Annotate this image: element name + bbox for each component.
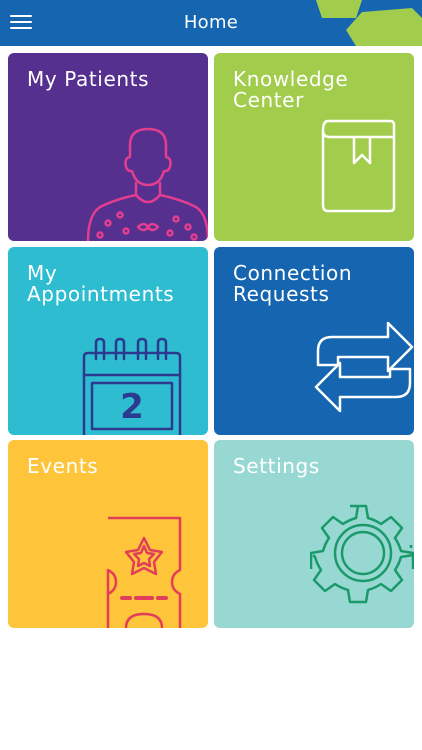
ticket-icon	[106, 516, 182, 628]
top-app-bar: Home	[0, 0, 422, 46]
tile-label: Events	[27, 454, 99, 478]
patient-icon	[86, 127, 208, 241]
tile-events[interactable]: Events	[8, 440, 208, 628]
calendar-day-number: 2	[120, 387, 144, 427]
tile-my-patients[interactable]: My Patients	[8, 53, 208, 241]
tile-label: My Appointments	[27, 261, 175, 306]
tile-label: My Patients	[27, 67, 150, 91]
tile-label: Settings	[233, 454, 320, 478]
hexagon-decoration-icon	[316, 0, 422, 46]
arrows-exchange-icon	[314, 321, 414, 413]
tile-settings[interactable]: Settings	[214, 440, 414, 628]
book-icon	[321, 119, 396, 213]
tile-knowledge-center[interactable]: Knowledge Center	[214, 53, 414, 241]
tile-label: Connection Requests	[233, 261, 353, 306]
gear-icon	[310, 504, 414, 604]
tile-my-appointments[interactable]: My Appointments 2	[8, 247, 208, 435]
tile-connection-requests[interactable]: Connection Requests	[214, 247, 414, 435]
tile-label: Knowledge Center	[233, 67, 349, 112]
